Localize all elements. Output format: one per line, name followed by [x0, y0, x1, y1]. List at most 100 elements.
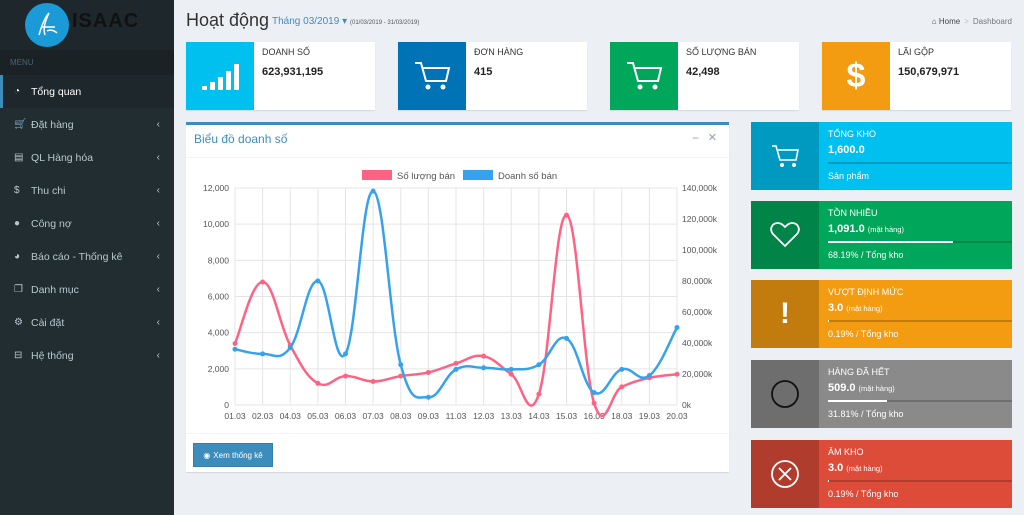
stock-description: 0.19% / Tổng kho: [828, 489, 899, 499]
sidebar-item-label: Tổng quan: [31, 85, 82, 98]
data-point: [260, 279, 266, 285]
sidebar-item-6[interactable]: ❐ Danh mục ‹: [0, 273, 174, 306]
data-point: [508, 371, 514, 377]
y-right-tick-label: 100,000k: [682, 245, 718, 255]
legend-label: Doanh số bán: [498, 171, 557, 182]
sidebar-item-4[interactable]: ● Công nợ ‹: [0, 207, 174, 240]
x-tick-label: 05.03: [307, 411, 329, 421]
kpi-box-3: $ LÃI GỘP 150,679,971: [822, 42, 1011, 110]
period-label: Tháng 03/2019: [272, 16, 340, 27]
stock-unit: (mặt hàng): [846, 464, 883, 473]
x-tick-label: 20.03: [666, 411, 688, 421]
sales-line-chart: 0 2,000 4,000 6,000 8,000 10,000 12,000 0k 20,00…: [203, 170, 718, 421]
logo[interactable]: ISAAC: [0, 0, 174, 50]
legend-swatch: [463, 170, 493, 180]
cart-icon: 🛒: [14, 119, 27, 130]
stock-value: 1,600.0: [828, 144, 865, 156]
x-tick-label: 07.03: [362, 411, 384, 421]
sidebar-item-1[interactable]: 🛒 Đặt hàng ‹: [0, 108, 174, 141]
menu-header: MENU: [0, 50, 174, 75]
sidebar-item-5[interactable]: ◕ Báo cáo - Thống kê ‹: [0, 240, 174, 273]
sidebar-item-label: Cài đặt: [31, 316, 65, 329]
data-point: [481, 365, 487, 371]
view-statistics-button[interactable]: ◉ Xem thống kê: [193, 443, 273, 467]
data-point: [564, 335, 569, 341]
heart-icon: [751, 201, 819, 269]
cart-icon: [398, 42, 466, 110]
y-right-tick-label: 120,000k: [682, 214, 718, 224]
stock-label: VƯỢT ĐỊNH MỨC: [828, 287, 904, 297]
x-tick-label: 15.03: [556, 411, 578, 421]
sidebar-item-8[interactable]: ⊟ Hệ thống ‹: [0, 339, 174, 372]
logo-mark-icon: [25, 3, 69, 47]
gear-icon: ⚙: [14, 317, 23, 328]
stock-description: 68.19% / Tổng kho: [828, 250, 904, 260]
data-point: [508, 366, 514, 372]
eye-icon: ◉: [203, 450, 211, 460]
x-tick-label: 14.03: [528, 411, 550, 421]
y-left-tick-label: 12,000: [203, 183, 229, 193]
chevron-left-icon: ‹: [156, 284, 160, 295]
stock-label: HÀNG ĐÃ HẾT: [828, 367, 890, 377]
stock-box-4: ÂM KHO 3.0 (mặt hàng) 0.19% / Tổng kho: [751, 440, 1012, 508]
page-title: Hoạt động: [186, 10, 270, 30]
progress-fill: [828, 400, 887, 402]
brand-name: ISAAC: [72, 10, 140, 32]
stock-value-line: 3.0 (mặt hàng): [828, 462, 883, 474]
y-left-tick-label: 10,000: [203, 219, 229, 229]
sidebar-item-label: Công nợ: [31, 217, 72, 230]
kpi-box-0: DOANH SỐ 623,931,195: [186, 42, 375, 110]
stock-value: 1,091.0: [828, 223, 865, 235]
kpi-value: 42,498: [686, 66, 720, 78]
dashboard-icon: ◔: [14, 86, 21, 97]
y-right-tick-label: 40,000k: [682, 338, 713, 348]
x-tick-label: 09.03: [418, 411, 440, 421]
kpi-label: ĐƠN HÀNG: [474, 47, 524, 57]
kpi-label: SỐ LƯỢNG BÁN: [686, 47, 757, 57]
period-dropdown[interactable]: Tháng 03/2019 ▾: [272, 16, 347, 27]
sidebar-item-3[interactable]: $ Thu chi ‹: [0, 174, 174, 207]
y-left-tick-label: 4,000: [208, 328, 230, 338]
stock-label: TỔNG KHO: [828, 129, 877, 139]
kpi-box-1: ĐƠN HÀNG 415: [398, 42, 587, 110]
y-left-tick-label: 0: [224, 400, 229, 410]
x-tick-label: 19.03: [639, 411, 661, 421]
data-point: [564, 212, 569, 218]
data-point: [591, 400, 597, 406]
copy-icon: ❐: [14, 284, 23, 295]
x-tick-label: 06.03: [335, 411, 357, 421]
y-right-tick-label: 60,000k: [682, 307, 713, 317]
chevron-left-icon: ‹: [156, 218, 160, 229]
x-tick-label: 01.03: [224, 411, 246, 421]
sidebar-item-label: Báo cáo - Thống kê: [31, 250, 123, 263]
data-point: [425, 394, 431, 400]
home-icon: ⌂: [931, 17, 937, 26]
stock-label: TỒN NHIỀU: [828, 208, 878, 218]
stock-value: 3.0: [828, 462, 844, 474]
data-point: [398, 362, 404, 368]
data-point: [260, 351, 266, 357]
view-statistics-label: Xem thống kê: [213, 450, 263, 460]
chevron-left-icon: ‹: [156, 185, 160, 196]
sales-chart-box: Biểu đồ doanh số − ✕ 0 2,000 4,000 6,000 8,0…: [186, 122, 729, 472]
sidebar-item-2[interactable]: ▤ QL Hàng hóa ‹: [0, 141, 174, 174]
y-left-tick-label: 6,000: [208, 292, 230, 302]
data-point: [591, 390, 597, 396]
stock-label: ÂM KHO: [828, 447, 864, 457]
stock-unit: (mặt hàng): [846, 304, 883, 313]
dollar-icon: $: [14, 185, 20, 196]
y-left-tick-label: 8,000: [208, 255, 230, 265]
date-range: (01/03/2019 - 31/03/2019): [350, 20, 420, 26]
sidebar-item-7[interactable]: ⚙ Cài đặt ‹: [0, 306, 174, 339]
sidebar-item-label: Đặt hàng: [31, 118, 74, 131]
sidebar-item-0[interactable]: ◔ Tổng quan: [0, 75, 174, 108]
data-point: [481, 353, 487, 359]
stock-value-line: 3.0 (mặt hàng): [828, 302, 883, 314]
breadcrumb-separator: >: [964, 17, 969, 26]
x-tick-label: 18.03: [611, 411, 633, 421]
data-point: [343, 373, 348, 379]
data-point: [232, 341, 238, 347]
data-point: [453, 360, 459, 366]
chevron-left-icon: ‹: [156, 152, 160, 163]
breadcrumb-home[interactable]: Home: [939, 17, 960, 26]
